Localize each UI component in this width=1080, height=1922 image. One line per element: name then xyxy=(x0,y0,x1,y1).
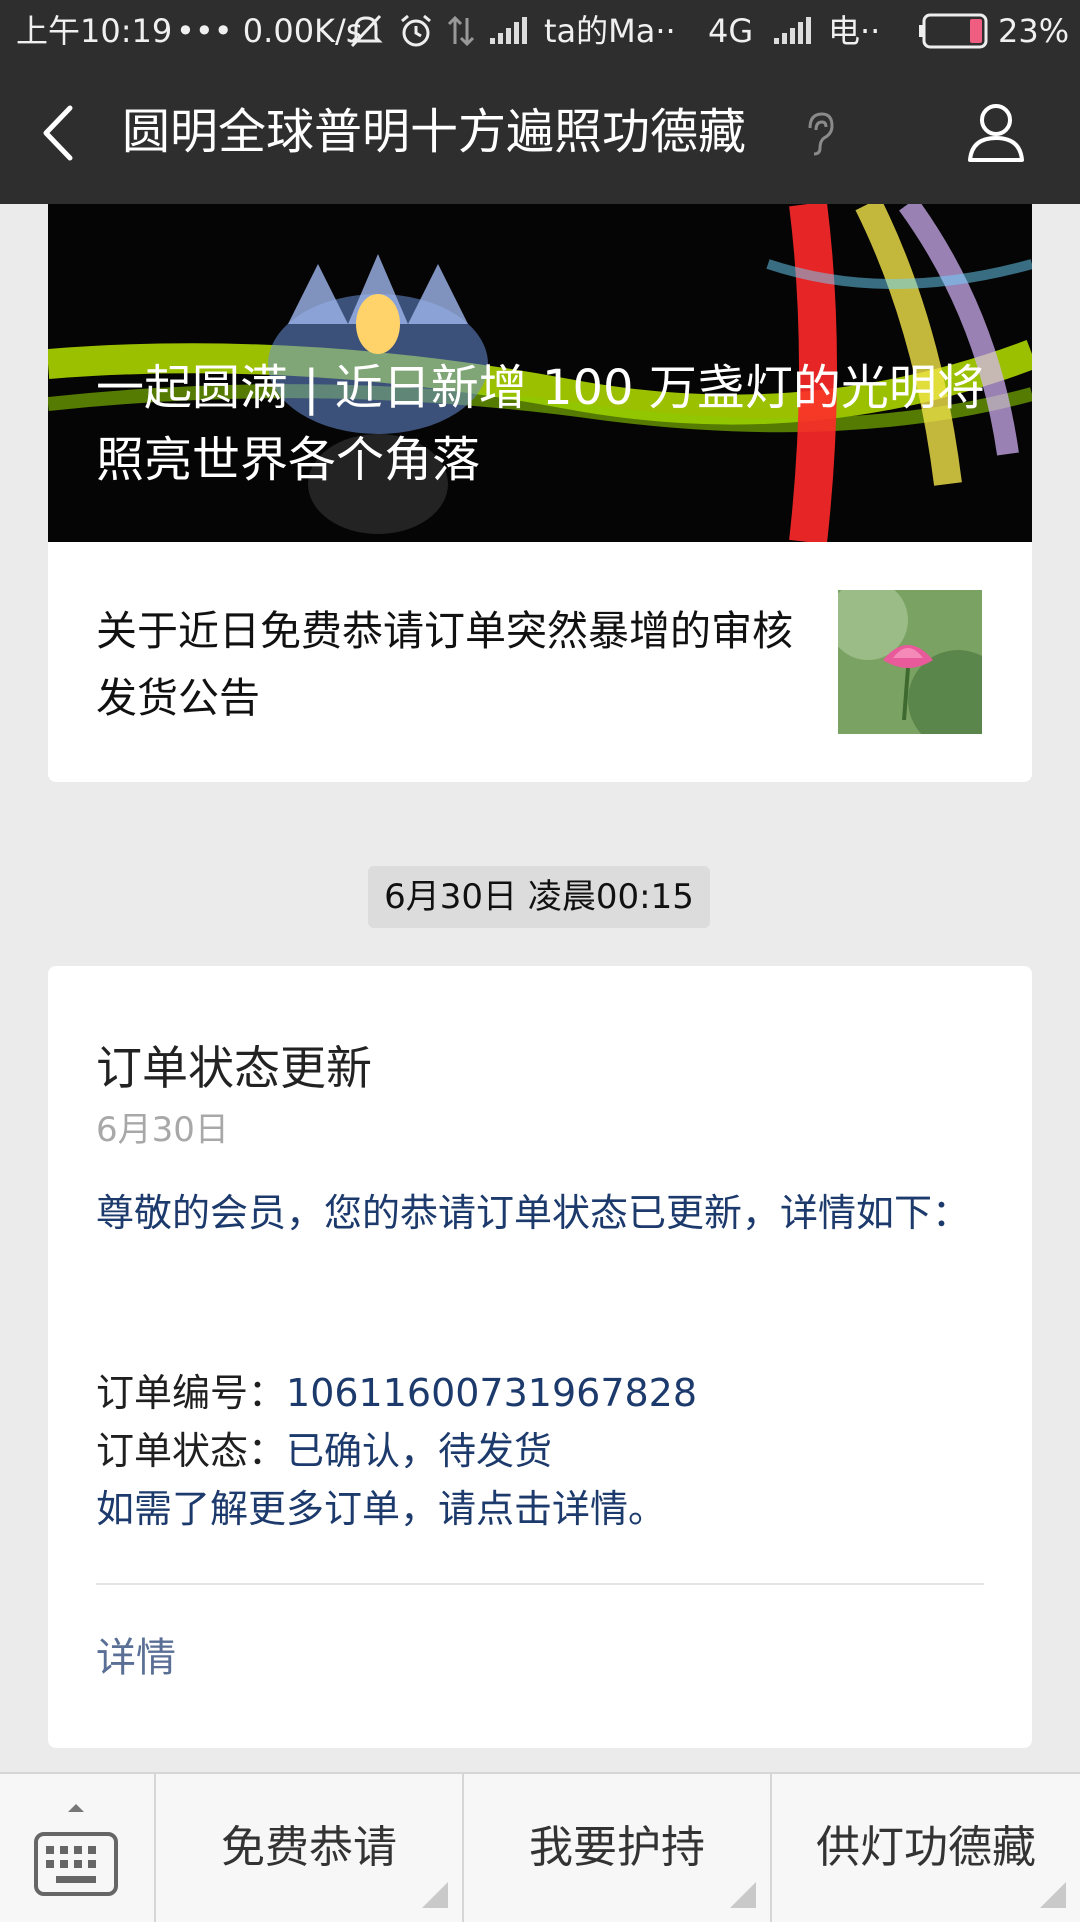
status-bar: 上午10:19 ••• 0.00K/s ta的Ma·· 4G 电·· 23% xyxy=(0,0,1080,62)
menu-support[interactable]: 我要护持 xyxy=(464,1774,770,1922)
cell-signal-icon xyxy=(774,17,811,44)
banner-title: 一起圆满 | 近日新增 100 万盏灯的光明将照亮世界各个角落 xyxy=(96,360,985,488)
submenu-corner-icon xyxy=(1040,1882,1066,1908)
order-number-label: 订单编号： xyxy=(96,1371,287,1415)
article-subtitle[interactable]: 关于近日免费恭请订单突然暴增的审核发货公告 xyxy=(96,598,796,732)
carrier-name: 电·· xyxy=(828,12,881,50)
order-status-row: 订单状态：已确认，待发货 xyxy=(96,1422,552,1480)
menu-support-label: 我要护持 xyxy=(529,1822,705,1873)
notice-greeting: 尊敬的会员，您的恭请订单状态已更新，详情如下： xyxy=(96,1191,971,1235)
message-timestamp: 6月30日 凌晨00:15 xyxy=(368,866,710,928)
data-transfer-icon xyxy=(447,15,475,47)
notice-date: 6月30日 xyxy=(96,1110,229,1150)
title-bar: 圆明全球普明十方遍照功德藏 xyxy=(0,62,1080,204)
order-notification-card[interactable]: 订单状态更新 6月30日 尊敬的会员，您的恭请订单状态已更新，详情如下： 订单编… xyxy=(48,966,1032,1748)
divider xyxy=(96,1583,984,1585)
ear-icon xyxy=(808,112,834,156)
status-time: 上午10:19 xyxy=(16,12,173,50)
article-card[interactable]: 一起圆满 | 近日新增 100 万盏灯的光明将照亮世界各个角落 关于近日免费恭请… xyxy=(48,204,1032,782)
back-arrow-icon[interactable] xyxy=(38,102,78,164)
order-number-value: 10611600731967828 xyxy=(286,1371,698,1415)
banner-image[interactable]: 一起圆满 | 近日新增 100 万盏灯的光明将照亮世界各个角落 xyxy=(48,204,1032,542)
network-type: 4G xyxy=(708,12,754,50)
menu-lamp-merit[interactable]: 供灯功德藏 xyxy=(772,1774,1080,1922)
details-link[interactable]: 详情 xyxy=(96,1630,176,1686)
wifi-name: ta的Ma·· xyxy=(544,12,676,50)
keyboard-icon xyxy=(34,1804,118,1896)
menu-free-request[interactable]: 免费恭请 xyxy=(156,1774,462,1922)
lotus-thumbnail[interactable] xyxy=(838,590,982,734)
order-number-row: 订单编号：10611600731967828 xyxy=(96,1364,697,1422)
profile-icon[interactable] xyxy=(966,100,1026,166)
wifi-signal-icon xyxy=(490,17,527,44)
lotus-thumbnail-image xyxy=(838,590,982,734)
menu-lamp-merit-label: 供灯功德藏 xyxy=(816,1822,1036,1873)
bell-muted-icon xyxy=(349,14,383,48)
battery-percent: 23% xyxy=(998,12,1070,50)
submenu-corner-icon xyxy=(730,1882,756,1908)
notice-title: 订单状态更新 xyxy=(96,1041,372,1095)
bottom-menu-bar: 免费恭请 我要护持 供灯功德藏 xyxy=(0,1772,1080,1922)
order-status-label: 订单状态： xyxy=(96,1429,287,1473)
keyboard-toggle-button[interactable] xyxy=(0,1774,154,1922)
menu-free-request-label: 免费恭请 xyxy=(221,1822,397,1873)
order-status-value: 已确认，待发货 xyxy=(286,1429,553,1473)
battery-icon xyxy=(919,13,988,49)
notice-more-text: 如需了解更多订单，请点击详情。 xyxy=(96,1487,667,1531)
submenu-corner-icon xyxy=(422,1882,448,1908)
alarm-clock-icon xyxy=(401,14,431,47)
page-title: 圆明全球普明十方遍照功德藏 xyxy=(122,104,747,160)
network-speed: ••• 0.00K/s xyxy=(176,12,363,50)
